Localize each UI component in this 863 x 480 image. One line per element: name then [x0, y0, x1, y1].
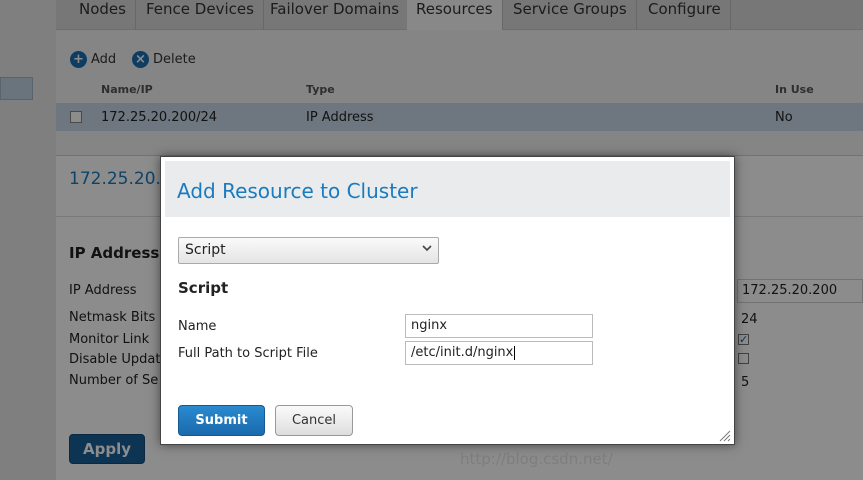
script-path-input-value: /etc/init.d/nginx: [411, 345, 514, 360]
name-input-value: nginx: [411, 318, 448, 333]
resource-type-select[interactable]: Script: [178, 237, 439, 264]
dialog-title: Add Resource to Cluster: [177, 179, 418, 203]
section-title: Script: [178, 279, 229, 297]
cancel-button[interactable]: Cancel: [275, 405, 353, 436]
resize-grip-icon[interactable]: [717, 427, 731, 442]
add-resource-dialog: Add Resource to Cluster Script Script Na…: [160, 156, 735, 445]
submit-button[interactable]: Submit: [178, 405, 265, 436]
script-path-label: Full Path to Script File: [178, 346, 318, 361]
select-value: Script: [185, 242, 226, 258]
script-path-input[interactable]: /etc/init.d/nginx: [405, 341, 593, 365]
dialog-header: Add Resource to Cluster: [165, 161, 730, 217]
chevron-down-icon: [422, 241, 432, 259]
name-input[interactable]: nginx: [405, 314, 593, 338]
name-label: Name: [178, 319, 217, 334]
text-caret: [514, 345, 516, 360]
